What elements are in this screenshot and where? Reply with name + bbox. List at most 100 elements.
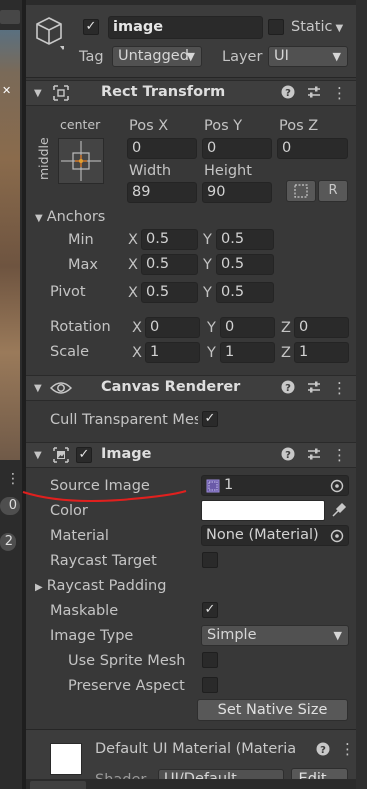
color-swatch[interactable] (201, 500, 325, 521)
raw-edit-button[interactable]: R (318, 180, 348, 202)
anchors-foldout[interactable]: ▼ Anchors (35, 208, 105, 228)
raycast-target-checkbox[interactable] (202, 552, 218, 568)
eyedropper-icon[interactable] (330, 501, 348, 523)
pos-x-label: Pos X (129, 118, 169, 134)
max-y-field[interactable]: 0.5 (216, 254, 274, 275)
min-x-field[interactable]: 0.5 (141, 229, 198, 250)
rotation-z-label: Z (281, 320, 291, 336)
maskable-label: Maskable (50, 603, 119, 619)
image-header[interactable]: ▼ ✓ Image ? ⋮ (26, 442, 356, 468)
width-field[interactable]: 89 (127, 182, 197, 203)
component-menu-icon[interactable]: ⋮ (332, 380, 347, 396)
source-image-field[interactable]: 1 (201, 475, 349, 496)
top-strip (26, 0, 356, 5)
pivot-y-label: Y (203, 285, 212, 301)
rotation-x-field[interactable]: 0 (145, 317, 200, 338)
scale-y-label: Y (207, 345, 216, 361)
maskable-checkbox[interactable]: ✓ (202, 602, 218, 618)
viewport-close-icon[interactable]: ✕ (2, 84, 11, 97)
rect-transform-icon (52, 84, 70, 107)
pos-y-label: Pos Y (204, 118, 243, 134)
pos-x-field[interactable]: 0 (127, 138, 197, 159)
object-picker-icon[interactable] (330, 529, 344, 545)
rotation-z-field[interactable]: 0 (294, 317, 349, 338)
use-sprite-mesh-checkbox[interactable] (202, 652, 218, 668)
bottom-tab[interactable] (30, 781, 86, 789)
material-preview-title: Default UI Material (Materia (95, 741, 297, 757)
left-count-badge-2: 2 (0, 533, 16, 551)
pivot-x-label: X (128, 285, 138, 301)
chevron-down-icon: ▼ (333, 629, 342, 642)
eye-icon (49, 380, 73, 401)
static-checkbox[interactable] (268, 19, 284, 35)
scale-label: Scale (50, 344, 90, 360)
preset-sliders-icon[interactable] (307, 447, 321, 466)
collapse-arrow-icon[interactable]: ▼ (34, 381, 42, 397)
material-preview-thumbnail[interactable] (50, 743, 82, 775)
inspector-scrollbar[interactable] (356, 0, 367, 789)
help-icon[interactable]: ? (281, 380, 295, 399)
anchor-preset-horizontal-label: center (60, 117, 101, 132)
max-x-field[interactable]: 0.5 (141, 254, 198, 275)
sprite-icon (206, 479, 220, 495)
object-picker-icon[interactable] (330, 479, 344, 495)
color-label: Color (50, 503, 88, 519)
static-label[interactable]: Static ▼ (291, 18, 343, 38)
canvas-renderer-title: Canvas Renderer (101, 379, 241, 395)
min-y-field[interactable]: 0.5 (216, 229, 274, 250)
pivot-y-field[interactable]: 0.5 (216, 282, 274, 303)
canvas-renderer-header[interactable]: ▼ Canvas Renderer ? ⋮ (26, 375, 356, 401)
blueprint-mode-button[interactable] (286, 180, 316, 202)
scale-x-field[interactable]: 1 (145, 342, 200, 363)
layer-dropdown[interactable]: UI ▼ (268, 46, 348, 67)
left-count-badge: 0 (0, 497, 20, 515)
component-menu-icon[interactable]: ⋮ (332, 447, 347, 463)
collapse-arrow-icon[interactable]: ▼ (35, 213, 43, 224)
rotation-y-field[interactable]: 0 (220, 317, 275, 338)
cull-transparent-checkbox[interactable]: ✓ (202, 411, 218, 427)
scale-z-field[interactable]: 1 (294, 342, 349, 363)
min-x-label: X (128, 232, 138, 248)
image-enabled-checkbox[interactable]: ✓ (76, 447, 92, 463)
use-sprite-mesh-label: Use Sprite Mesh (68, 653, 186, 669)
active-checkbox[interactable]: ✓ (83, 19, 99, 35)
help-icon[interactable]: ? (281, 447, 295, 466)
min-y-label: Y (203, 232, 212, 248)
scale-y-field[interactable]: 1 (220, 342, 275, 363)
expand-arrow-icon[interactable]: ▶ (35, 582, 43, 593)
max-x-label: X (128, 257, 138, 273)
pos-y-field[interactable]: 0 (202, 138, 272, 159)
help-icon[interactable]: ? (281, 85, 295, 104)
static-dropdown-arrow-icon[interactable]: ▼ (335, 23, 343, 34)
collapse-arrow-icon[interactable]: ▼ (34, 448, 42, 464)
red-annotation-underline (20, 486, 190, 512)
width-label: Width (129, 163, 172, 179)
left-panel: ✕ ⋮ 0 2 (0, 0, 22, 789)
kebab-menu-icon[interactable]: ⋮ (6, 472, 20, 486)
set-native-size-button[interactable]: Set Native Size (197, 699, 348, 721)
help-icon[interactable]: ? (316, 742, 330, 761)
preset-sliders-icon[interactable] (307, 380, 321, 399)
image-component-icon (52, 446, 70, 469)
layer-label: Layer (222, 49, 263, 65)
pivot-x-field[interactable]: 0.5 (141, 282, 198, 303)
tag-dropdown[interactable]: Untagged ▼ (112, 46, 202, 67)
rect-transform-header[interactable]: ▼ Rect Transform ? ⋮ (26, 80, 356, 106)
preserve-aspect-checkbox[interactable] (202, 677, 218, 693)
object-name-field[interactable]: image (108, 16, 263, 39)
rotation-x-label: X (132, 320, 142, 336)
component-menu-icon[interactable]: ⋮ (332, 85, 347, 101)
component-menu-icon[interactable]: ⋮ (340, 741, 355, 757)
anchor-preset-button[interactable] (58, 138, 104, 184)
gameobject-cube-icon[interactable] (34, 16, 66, 54)
height-field[interactable]: 90 (202, 182, 272, 203)
preset-sliders-icon[interactable] (307, 85, 321, 104)
material-field[interactable]: None (Material) (201, 525, 349, 546)
image-title: Image (101, 446, 152, 462)
collapse-arrow-icon[interactable]: ▼ (34, 86, 42, 102)
pos-z-field[interactable]: 0 (277, 138, 348, 159)
chevron-down-icon: ▼ (186, 50, 195, 63)
chevron-down-icon: ▼ (332, 50, 341, 63)
raycast-padding-foldout[interactable]: ▶ Raycast Padding (35, 577, 166, 597)
image-type-dropdown[interactable]: Simple ▼ (201, 625, 349, 646)
